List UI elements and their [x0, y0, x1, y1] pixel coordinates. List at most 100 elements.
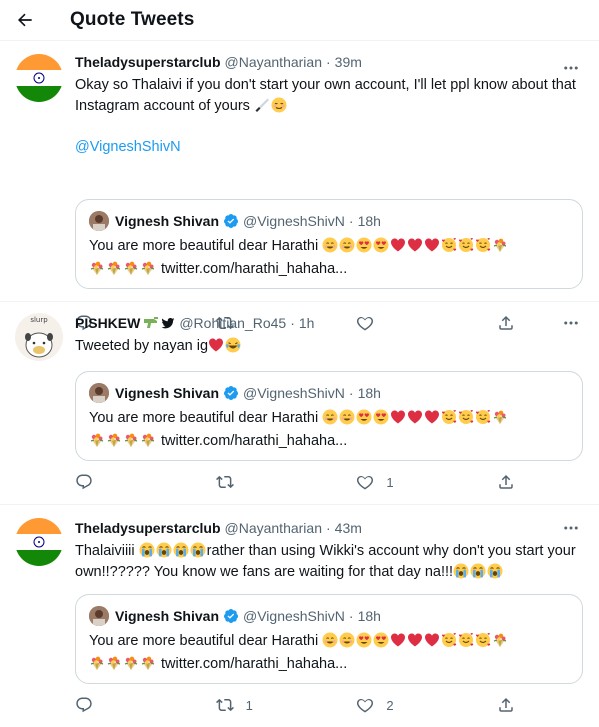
quoted-tweet[interactable]: Vignesh Shivan @VigneshShivN · 18h You a…	[75, 199, 583, 289]
share-button[interactable]	[497, 472, 515, 492]
quoted-text: You are more beautiful dear Harathi twit…	[89, 235, 572, 281]
separator-dot: ·	[348, 608, 354, 624]
blush-emoji-icon	[339, 237, 355, 253]
heart-eyes-emoji-icon	[373, 237, 389, 253]
bouquet-emoji-icon	[89, 260, 105, 276]
red-heart-emoji-icon	[424, 237, 440, 253]
quoted-link[interactable]: twitter.com/harathi_hahaha...	[161, 656, 347, 672]
bouquet-emoji-icon	[106, 432, 122, 448]
verified-badge-icon	[223, 213, 239, 229]
reply-icon	[76, 697, 92, 713]
reply-button[interactable]	[75, 695, 163, 715]
page-title: Quote Tweets	[70, 9, 195, 30]
blush-emoji-icon	[322, 632, 338, 648]
tweet-text: Thalaiviiii rather than using Wikki's ac…	[75, 541, 583, 583]
quoted-text-line: You are more beautiful dear Harathi	[89, 633, 319, 649]
smiling-hearts-emoji-icon	[441, 632, 457, 648]
bird-emoji-icon	[161, 316, 175, 330]
share-button[interactable]	[497, 695, 515, 715]
handle[interactable]: @Nayantharian	[225, 53, 323, 71]
like-button[interactable]: 2	[356, 695, 444, 715]
more-dots-icon[interactable]	[561, 314, 581, 332]
bouquet-emoji-icon	[89, 655, 105, 671]
separator-dot: ·	[348, 385, 354, 401]
red-heart-emoji-icon	[208, 337, 224, 353]
display-name[interactable]: PISHKEW	[75, 314, 140, 332]
bouquet-emoji-icon	[140, 432, 156, 448]
quoted-avatar	[89, 383, 109, 403]
smiling-hearts-emoji-icon	[475, 632, 491, 648]
heart-eyes-emoji-icon	[373, 409, 389, 425]
verified-badge-icon	[223, 385, 239, 401]
blush-emoji-icon	[322, 409, 338, 425]
avatar[interactable]	[15, 518, 63, 566]
quoted-link[interactable]: twitter.com/harathi_hahaha...	[161, 433, 347, 449]
timestamp[interactable]: 43m	[335, 519, 362, 537]
like-count: 1	[386, 474, 394, 490]
verified-badge-icon	[223, 608, 239, 624]
like-button[interactable]: 1	[356, 472, 444, 492]
retweet-icon	[215, 698, 234, 712]
sob-emoji-icon	[453, 563, 469, 579]
quoted-link[interactable]: twitter.com/harathi_hahaha...	[161, 261, 347, 277]
blush-emoji-icon	[339, 409, 355, 425]
back-arrow-icon[interactable]	[14, 9, 36, 31]
avatar-caption: slurp	[30, 316, 48, 324]
share-icon	[499, 474, 513, 489]
tweet[interactable]: Theladysuperstarclub @Nayantharian · 43m…	[0, 505, 599, 727]
more-dots-icon[interactable]	[561, 519, 581, 537]
sob-emoji-icon	[190, 542, 206, 558]
handle[interactable]: @Rohitian_Ro45	[179, 314, 286, 332]
bouquet-emoji-icon	[89, 432, 105, 448]
red-heart-emoji-icon	[407, 409, 423, 425]
quoted-timestamp: 18h	[357, 608, 381, 624]
smiling-hearts-emoji-icon	[475, 237, 491, 253]
avatar[interactable]	[15, 54, 63, 102]
quoted-text: You are more beautiful dear Harathi twit…	[89, 630, 572, 676]
joy-emoji-icon	[225, 337, 241, 353]
red-heart-emoji-icon	[407, 237, 423, 253]
smiling-hearts-emoji-icon	[458, 237, 474, 253]
retweet-button[interactable]	[215, 472, 304, 492]
retweet-count: 1	[245, 697, 253, 713]
quoted-tweet[interactable]: Vignesh Shivan @VigneshShivN · 18h You a…	[75, 371, 583, 461]
red-heart-emoji-icon	[390, 632, 406, 648]
mention-link[interactable]: @VigneshShivN	[75, 137, 181, 158]
reply-icon	[76, 474, 92, 490]
red-heart-emoji-icon	[424, 632, 440, 648]
tweet-text-line: Thalaiviiii	[75, 543, 135, 559]
display-name[interactable]: Theladysuperstarclub	[75, 53, 221, 71]
smiling-hearts-emoji-icon	[475, 409, 491, 425]
quoted-timestamp: 18h	[357, 385, 381, 401]
red-heart-emoji-icon	[390, 409, 406, 425]
heart-eyes-emoji-icon	[356, 632, 372, 648]
sob-emoji-icon	[156, 542, 172, 558]
tweet-actions: 1	[75, 472, 515, 492]
separator-dot: ·	[348, 213, 354, 229]
retweet-button[interactable]: 1	[215, 695, 304, 715]
quoted-text: You are more beautiful dear Harathi twit…	[89, 407, 572, 453]
bouquet-emoji-icon	[492, 237, 508, 253]
blush-emoji-icon	[339, 632, 355, 648]
tweet[interactable]: slurp PISHKEW @Rohitian_Ro45 · 1h Tweete…	[0, 302, 599, 505]
avatar[interactable]: slurp	[15, 313, 63, 361]
tweet-text-line: Okay so Thalaivi if you don't start your…	[75, 77, 576, 114]
smiling-hearts-emoji-icon	[458, 632, 474, 648]
display-name[interactable]: Theladysuperstarclub	[75, 519, 221, 537]
reply-button[interactable]	[75, 472, 163, 492]
heart-icon	[357, 476, 374, 490]
timestamp[interactable]: 39m	[335, 53, 362, 71]
quoted-handle: @VigneshShivN	[243, 213, 345, 229]
heart-eyes-emoji-icon	[356, 409, 372, 425]
quoted-display-name: Vignesh Shivan	[115, 608, 219, 624]
handle[interactable]: @Nayantharian	[225, 519, 323, 537]
more-dots-icon[interactable]	[561, 59, 581, 77]
tweet[interactable]: Theladysuperstarclub @Nayantharian · 39m…	[0, 40, 599, 331]
quoted-tweet[interactable]: Vignesh Shivan @VigneshShivN · 18h You a…	[75, 594, 583, 684]
sob-emoji-icon	[139, 542, 155, 558]
share-icon	[499, 697, 513, 712]
tweet-text: Okay so Thalaivi if you don't start your…	[75, 75, 583, 158]
sob-emoji-icon	[470, 563, 486, 579]
timestamp[interactable]: 1h	[299, 314, 315, 332]
bouquet-emoji-icon	[106, 655, 122, 671]
